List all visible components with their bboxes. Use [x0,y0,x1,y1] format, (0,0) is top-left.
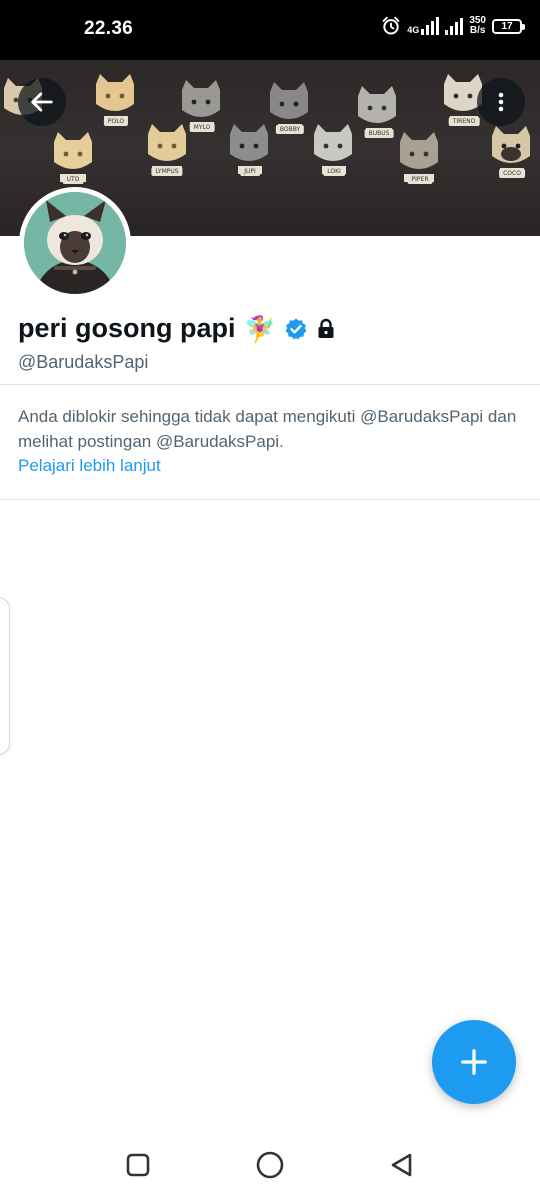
plus-icon [461,1049,487,1075]
status-icons: 4G 350 B/s 17 [381,16,525,36]
banner-tag: LYMPUS [151,167,183,176]
signal-icon-secondary [445,17,464,35]
banner-tag: UTO [62,175,84,184]
arrow-left-icon [31,92,53,112]
avatar[interactable] [19,187,131,299]
blocked-notice: Anda diblokir sehingga tidak dapat mengi… [18,405,522,479]
profile-handle: @BarudaksPapi [18,352,149,372]
avatar-image [24,192,126,294]
banner-tag: PIPER [407,175,433,184]
recent-apps-button[interactable] [121,1148,155,1182]
circle-icon [256,1151,284,1179]
more-vertical-icon [498,92,504,112]
display-name: peri gosong papi [18,313,236,343]
blocked-message: Anda diblokir sehingga tidak dapat mengi… [18,407,517,451]
banner-tag: JUPI [240,167,260,176]
speed-unit: B/s [469,25,486,36]
system-navigation-bar [0,1128,540,1200]
banner-tag: BOBBY [275,125,305,134]
back-button[interactable] [18,78,66,126]
divider [0,499,540,500]
banner-tag: BUBUS [364,129,394,138]
banner-tag: TIRENO [448,117,480,126]
network-speed: 350 B/s [469,16,486,36]
home-button[interactable] [253,1148,287,1182]
profile-name-row: peri gosong papi 🧚‍♀️ [18,313,336,344]
banner-tag: COCO [499,169,525,178]
banner-tag: LOKI [323,167,345,176]
verified-badge-icon[interactable] [284,317,308,341]
side-panel-handle[interactable] [0,597,10,755]
battery-level: 17 [501,20,513,32]
status-time: 22.36 [84,18,134,39]
fairy-emoji: 🧚‍♀️ [243,313,276,344]
divider [0,384,540,385]
signal-icon [421,17,440,35]
triangle-back-icon [391,1153,412,1177]
status-bar: 22.36 4G 350 B/s 17 [0,0,540,60]
alarm-icon [382,16,400,35]
lock-icon [318,318,334,338]
square-icon [126,1153,150,1177]
siamese-cat-photo [24,192,126,294]
network-indicator: 4G [407,17,440,35]
network-type: 4G [407,25,420,35]
system-back-button[interactable] [385,1148,419,1182]
learn-more-link[interactable]: Pelajari lebih lanjut [18,454,161,479]
more-options-button[interactable] [477,78,525,126]
banner-tag: POLO [103,117,129,126]
battery-icon: 17 [492,18,525,34]
compose-button[interactable] [432,1020,516,1104]
banner-tag: MYLO [189,123,215,132]
